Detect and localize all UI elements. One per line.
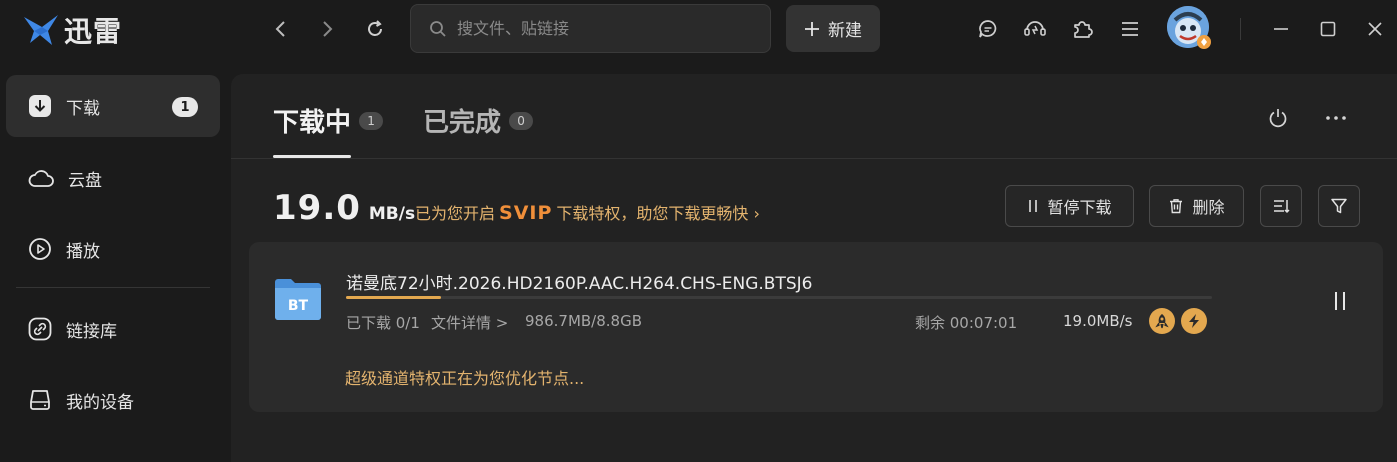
sidebar: 下载 1 云盘 播放 链接库 我的设备 [0, 58, 230, 462]
sidebar-item-label: 云盘 [68, 170, 102, 191]
power-button[interactable] [1264, 104, 1292, 132]
tab-count-badge: 0 [509, 111, 534, 130]
tab-count-badge: 1 [359, 111, 384, 130]
close-button[interactable] [1362, 16, 1388, 42]
pause-all-button[interactable]: 暂停下载 [1005, 185, 1134, 227]
task-filename: 诺曼底72小时.2026.HD2160P.AAC.H264.CHS-ENG.BT… [346, 274, 813, 294]
bt-type-label: BT [288, 298, 309, 314]
bt-folder-icon: BT [275, 279, 321, 320]
filter-icon [1331, 198, 1347, 214]
main-menu-button[interactable] [1117, 16, 1143, 42]
sort-button[interactable] [1260, 185, 1302, 227]
cloud-icon [28, 170, 54, 187]
filter-button[interactable] [1318, 185, 1360, 227]
sort-icon [1274, 200, 1290, 214]
back-button[interactable] [268, 16, 294, 42]
power-icon [1269, 109, 1287, 128]
thunder-bird-icon [24, 15, 58, 45]
delete-label: 删除 [1192, 198, 1225, 217]
task-downloaded-count: 已下载 0/1 [346, 314, 420, 332]
acceleration-badge[interactable] [1149, 308, 1175, 334]
task-status-message: 超级通道特权正在为您优化节点... [345, 369, 585, 388]
user-avatar[interactable] [1167, 6, 1211, 49]
sidebar-item-label: 链接库 [66, 321, 117, 342]
tab-label: 已完成 [423, 108, 502, 138]
sidebar-item-label: 下载 [66, 98, 100, 119]
svip-prefix: 已为您开启 [415, 204, 496, 223]
refresh-button[interactable] [362, 16, 388, 42]
avatar-image [1167, 6, 1211, 49]
tab-completed[interactable]: 已完成 0 [423, 102, 534, 139]
window-controls-divider [1240, 18, 1241, 40]
plugin-icon [1074, 21, 1093, 38]
new-button-label: 新建 [828, 21, 862, 41]
sidebar-item-my-devices[interactable]: 我的设备 [6, 369, 220, 431]
sidebar-item-cloud[interactable]: 云盘 [6, 147, 220, 209]
message-icon [979, 20, 997, 38]
refresh-icon [368, 20, 382, 36]
app-name: 迅雷 [64, 15, 123, 48]
search-box[interactable] [410, 4, 771, 53]
super-channel-badge[interactable] [1181, 308, 1207, 334]
headset-icon [1024, 21, 1046, 36]
message-button[interactable] [975, 16, 1001, 42]
play-icon [29, 238, 51, 260]
download-count-badge: 1 [172, 97, 198, 117]
task-progress-bar [346, 296, 1212, 299]
more-icon [1326, 116, 1346, 120]
forward-icon [323, 21, 333, 37]
more-options-button[interactable] [1322, 104, 1350, 132]
sidebar-divider [16, 287, 210, 288]
sidebar-item-play[interactable]: 播放 [6, 218, 220, 280]
task-progress-fill [346, 296, 442, 299]
sidebar-item-label: 我的设备 [66, 392, 134, 413]
task-pause-button[interactable] [1325, 286, 1355, 316]
back-icon [275, 21, 285, 37]
support-button[interactable] [1022, 16, 1048, 42]
pause-icon [1335, 292, 1345, 310]
plus-icon [805, 21, 819, 36]
pause-icon [1029, 200, 1038, 212]
lightning-icon [1189, 314, 1199, 328]
task-remaining-time: 剩余 00:07:01 [915, 314, 1018, 332]
plugin-button[interactable] [1069, 16, 1095, 42]
close-icon [1368, 22, 1382, 36]
new-task-button[interactable]: 新建 [786, 5, 880, 52]
svip-suffix: 下载特权，助您下载更畅快 › [556, 204, 760, 223]
maximize-icon [1320, 21, 1336, 37]
link-icon [28, 317, 52, 341]
minimize-icon [1274, 28, 1288, 30]
task-speed: 19.0MB/s [1063, 312, 1133, 330]
minimize-button[interactable] [1268, 16, 1294, 42]
download-panel: 下载中 1 已完成 0 19.0 MB/s 已为您开启 SVIP 下载特权，助您… [231, 74, 1397, 462]
rocket-icon [1155, 314, 1169, 329]
file-details-link[interactable]: 文件详情 > [431, 312, 508, 333]
search-input[interactable] [457, 19, 757, 38]
sidebar-item-link-library[interactable]: 链接库 [6, 298, 220, 360]
sidebar-item-download[interactable]: 下载 1 [6, 75, 220, 137]
delete-button[interactable]: 删除 [1149, 185, 1244, 227]
download-task-card[interactable]: BT 诺曼底72小时.2026.HD2160P.AAC.H264.CHS-ENG… [249, 242, 1383, 412]
device-icon [30, 390, 50, 410]
svip-promo-link[interactable]: 已为您开启 SVIP 下载特权，助您下载更畅快 › [415, 200, 760, 224]
pause-all-label: 暂停下载 [1047, 198, 1112, 217]
speed-value: 19.0 [273, 188, 361, 228]
speed-unit: MB/s [368, 204, 416, 224]
tab-label: 下载中 [273, 108, 352, 138]
tabs-divider [231, 158, 1397, 159]
app-logo: 迅雷 [22, 10, 122, 50]
task-size: 986.7MB/8.8GB [525, 312, 642, 330]
sidebar-item-label: 播放 [66, 241, 100, 262]
forward-button[interactable] [314, 16, 340, 42]
menu-icon [1122, 22, 1138, 36]
search-icon [430, 20, 446, 37]
download-icon [29, 95, 51, 117]
tab-downloading[interactable]: 下载中 1 [273, 102, 384, 139]
maximize-button[interactable] [1315, 16, 1341, 42]
svip-tag: SVIP [499, 202, 553, 224]
title-bar: 迅雷 新建 [0, 0, 1397, 58]
total-speed: 19.0 MB/s [273, 188, 415, 228]
trash-icon [1170, 199, 1183, 214]
